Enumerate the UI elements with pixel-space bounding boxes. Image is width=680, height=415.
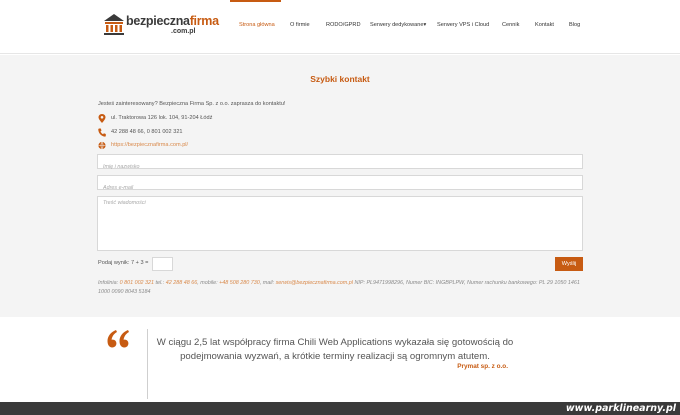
shield-pillars-icon bbox=[104, 14, 124, 35]
nav-item-label: Serwery dedykowane bbox=[370, 22, 424, 28]
phone-text: 42 288 48 66, 0 801 002 321 bbox=[111, 129, 183, 135]
logo-wordmark: bezpiecznafirma bbox=[126, 14, 219, 28]
tel-link[interactable]: 42 288 48 66 bbox=[166, 280, 197, 286]
email-field[interactable] bbox=[97, 175, 583, 195]
mail-link[interactable]: serwis@bezpiecznafirma.com.pl bbox=[276, 280, 353, 286]
captcha-field[interactable] bbox=[152, 257, 173, 273]
nav-item-vps-cloud[interactable]: Serwery VPS i Cloud bbox=[437, 22, 489, 28]
message-field[interactable] bbox=[97, 196, 583, 251]
send-button[interactable]: Wyślij bbox=[555, 257, 583, 271]
address-text: ul. Traktorowa 126 lok. 104, 91-204 Łódź bbox=[111, 115, 213, 121]
company-info: Infolinia: 0 801 002 321 tel.: 42 288 48… bbox=[98, 279, 584, 297]
email-input[interactable] bbox=[98, 181, 582, 195]
testimonial-text: W ciągu 2,5 lat współpracy firma Chili W… bbox=[156, 337, 514, 362]
chevron-down-icon: ▾ bbox=[423, 22, 427, 28]
website-link[interactable]: https://bezpiecznafirma.com.pl/ bbox=[111, 142, 188, 148]
globe-icon bbox=[98, 141, 106, 150]
captcha-label: Podaj wynik: 7 + 3 = bbox=[98, 260, 149, 266]
testimonial-section: W ciągu 2,5 lat współpracy firma Chili W… bbox=[0, 317, 680, 402]
nav-item-rodo[interactable]: RODO/GPRD bbox=[326, 22, 361, 28]
quick-contact-section: Szybki kontakt Jesteś zainteresowany? Be… bbox=[0, 55, 680, 317]
watermark-text: www.parklinearny.pl bbox=[565, 403, 676, 414]
infolinia-label: Infolinia: bbox=[98, 280, 120, 286]
logo-domain: .com.pl bbox=[171, 28, 196, 35]
name-input[interactable] bbox=[98, 160, 582, 174]
nav-item-about[interactable]: O firmie bbox=[290, 22, 310, 28]
captcha-input[interactable] bbox=[153, 260, 172, 273]
nav-item-dedicated-servers[interactable]: Serwery dedykowane▾ bbox=[370, 22, 426, 28]
mobile-link[interactable]: +48 508 280 730 bbox=[219, 280, 260, 286]
testimonial-author: Prymat sp. z o.o. bbox=[457, 363, 508, 370]
mail-label: , mail: bbox=[259, 280, 276, 286]
name-field[interactable] bbox=[97, 154, 583, 174]
bottom-bar: www.parklinearny.pl bbox=[0, 402, 680, 415]
quote-icon bbox=[107, 330, 129, 348]
nav-active-indicator bbox=[230, 0, 281, 2]
nav-item-contact[interactable]: Kontakt bbox=[535, 22, 554, 28]
site-header: bezpiecznafirma .com.pl Strona główna O … bbox=[0, 0, 680, 54]
mobile-label: , mobile: bbox=[197, 280, 220, 286]
contact-intro: Jesteś zainteresowany? Bezpieczna Firma … bbox=[98, 101, 286, 107]
tel-label: tel.: bbox=[154, 280, 166, 286]
divider bbox=[147, 329, 148, 399]
phone-icon bbox=[98, 128, 106, 137]
infolinia-link[interactable]: 0 801 002 321 bbox=[120, 280, 154, 286]
location-pin-icon bbox=[98, 114, 106, 123]
section-title: Szybki kontakt bbox=[310, 74, 370, 84]
nav-item-pricing[interactable]: Cennik bbox=[502, 22, 519, 28]
nav-item-blog[interactable]: Blog bbox=[569, 22, 580, 28]
message-textarea[interactable] bbox=[98, 197, 582, 250]
nav-item-home[interactable]: Strona główna bbox=[239, 22, 275, 28]
